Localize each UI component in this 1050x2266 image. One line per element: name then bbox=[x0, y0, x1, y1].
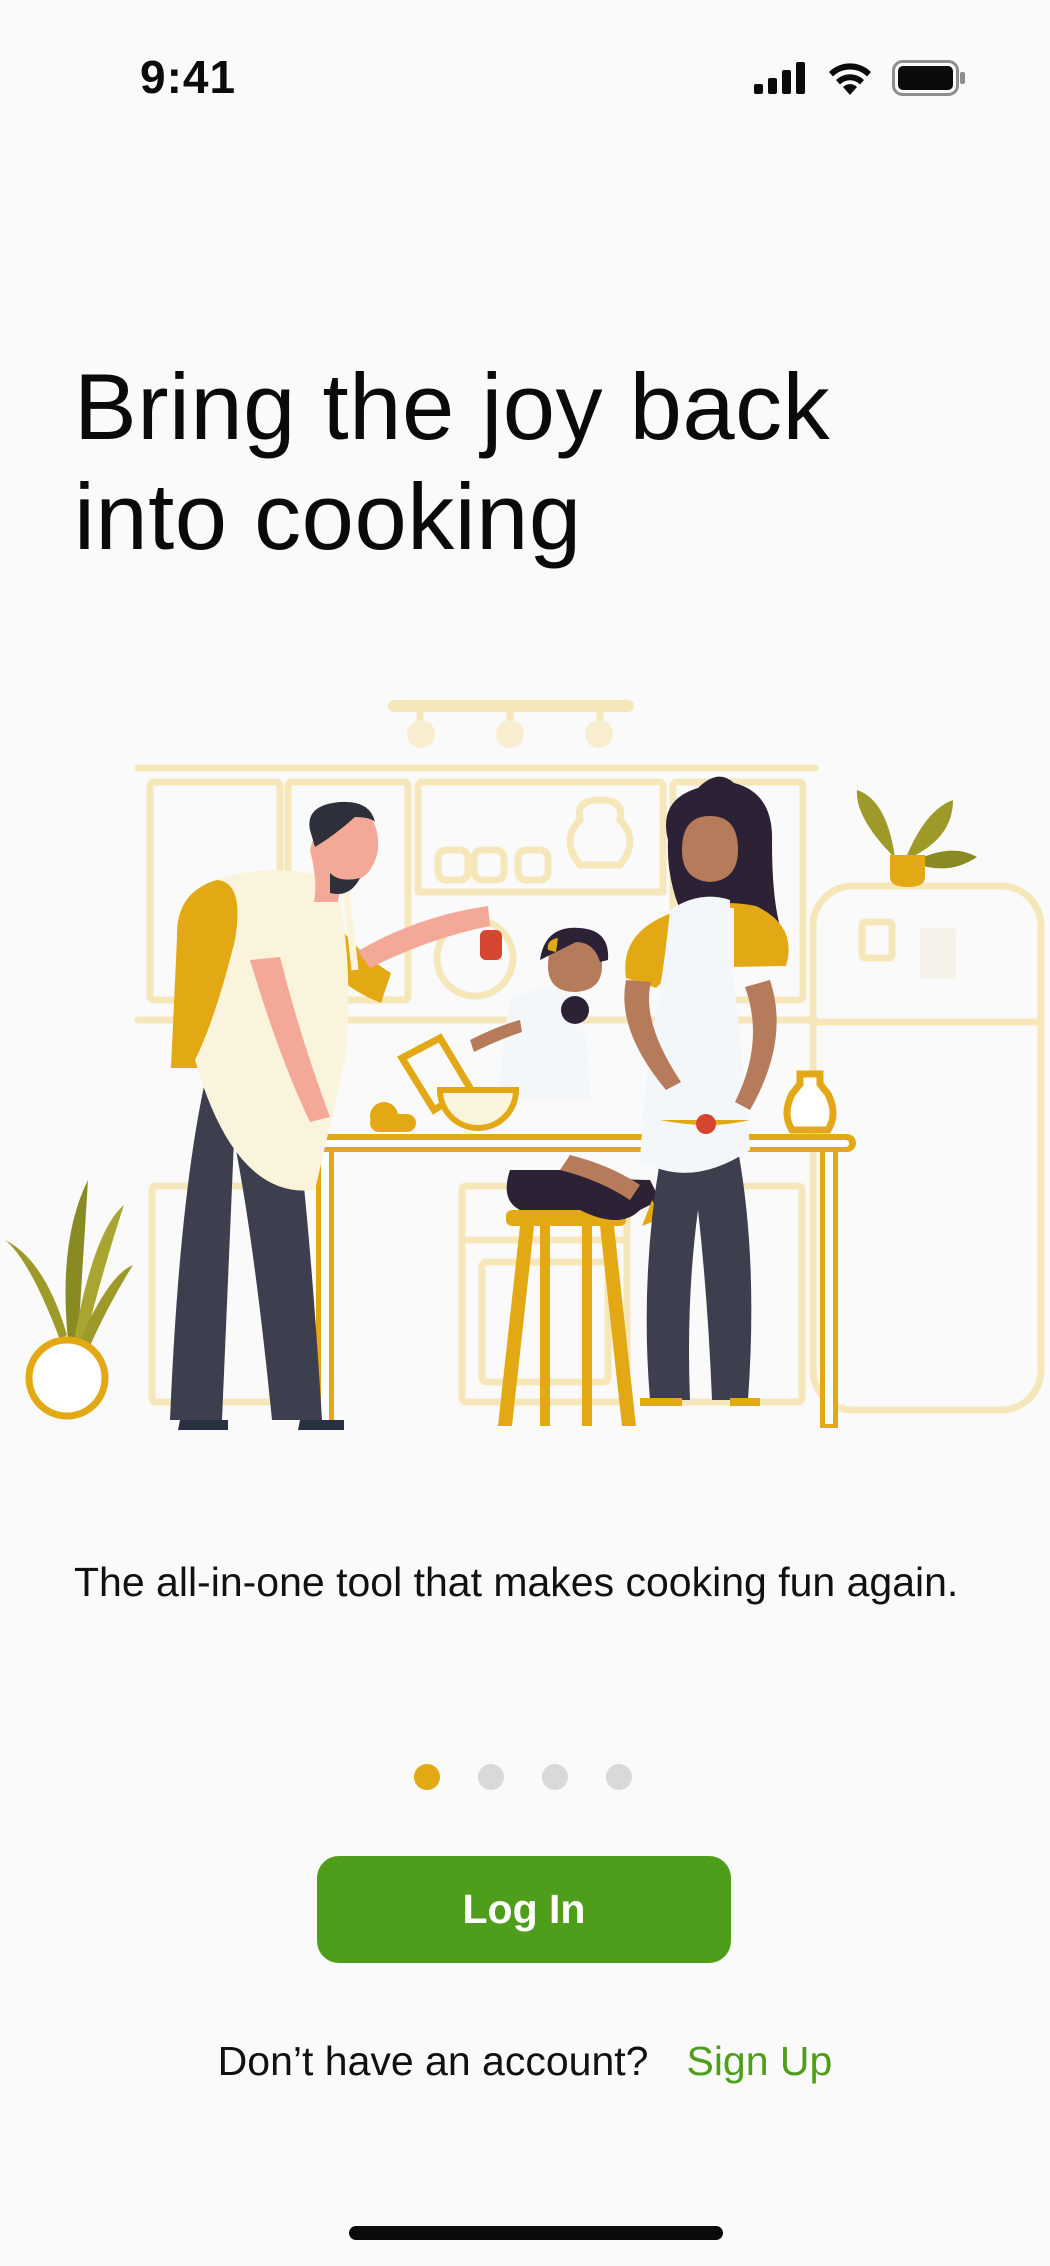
login-button[interactable]: Log In bbox=[317, 1856, 731, 1963]
headline-line-2: into cooking bbox=[74, 464, 582, 569]
page-dot-2[interactable] bbox=[478, 1764, 504, 1790]
signup-link[interactable]: Sign Up bbox=[686, 2038, 832, 2085]
page-title: Bring the joy back into cooking bbox=[74, 352, 974, 572]
cellular-signal-icon bbox=[754, 62, 808, 94]
home-indicator[interactable] bbox=[349, 2226, 723, 2240]
wifi-icon bbox=[826, 61, 874, 95]
signup-prompt: Don’t have an account? bbox=[217, 2038, 649, 2084]
page-indicator bbox=[414, 1764, 632, 1790]
onboarding-screen: 9:41 Bring the joy back into cooking The… bbox=[0, 0, 1050, 2266]
page-dot-3[interactable] bbox=[542, 1764, 568, 1790]
page-dot-4[interactable] bbox=[606, 1764, 632, 1790]
signup-row: Don’t have an account? Sign Up bbox=[0, 2038, 1050, 2085]
tagline: The all-in-one tool that makes cooking f… bbox=[74, 1559, 959, 1605]
status-bar: 9:41 bbox=[0, 0, 1050, 160]
headline-line-1: Bring the joy back bbox=[74, 354, 831, 459]
status-time: 9:41 bbox=[140, 51, 237, 103]
battery-icon bbox=[892, 60, 966, 96]
status-icons bbox=[754, 58, 966, 98]
page-dot-1[interactable] bbox=[414, 1764, 440, 1790]
family-cooking-illustration bbox=[0, 690, 1050, 1450]
